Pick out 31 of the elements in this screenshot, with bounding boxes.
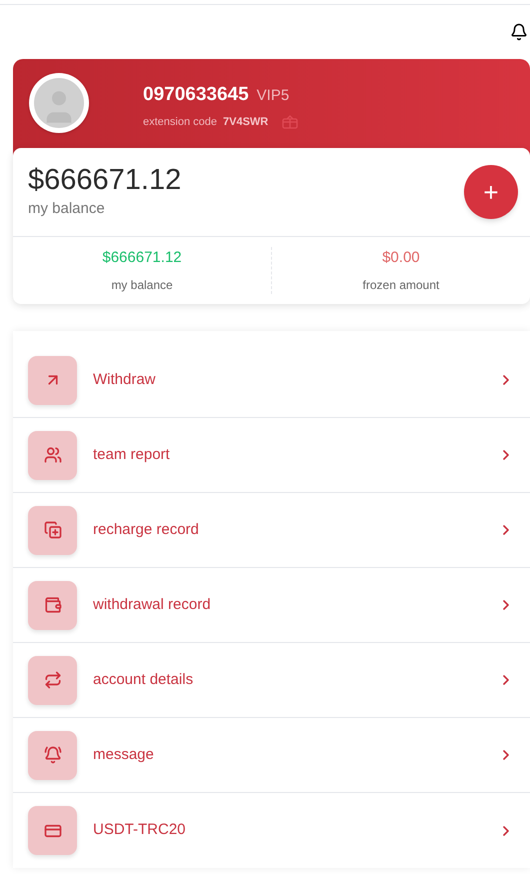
stacked-plus-icon — [44, 521, 62, 539]
menu-label: team report — [93, 444, 171, 465]
menu-label: withdrawal record — [93, 594, 212, 615]
bell-icon — [44, 746, 62, 764]
add-funds-button[interactable]: + — [464, 165, 518, 219]
menu-item[interactable]: Withdraw — [13, 343, 530, 418]
balance-amount: $666671.12 — [28, 163, 182, 198]
menu-item[interactable]: recharge record — [13, 493, 530, 568]
stat-label: frozen amount — [362, 277, 440, 294]
menu-item[interactable]: account details — [13, 643, 530, 718]
stat-value: $666671.12 — [102, 248, 182, 268]
swap-arrows-icon — [44, 671, 62, 689]
menu-item[interactable]: USDT-TRC20 — [13, 793, 530, 868]
menu-item[interactable]: withdrawal record — [13, 568, 530, 643]
menu-label: Withdraw — [93, 370, 157, 390]
group-icon — [44, 446, 62, 464]
extension-code-label: extension code — [143, 114, 217, 130]
phone-number: 0970633645 — [143, 83, 249, 107]
menu-label: message — [93, 744, 155, 765]
balance-label: my balance — [28, 199, 106, 219]
menu-item[interactable]: message — [13, 718, 530, 793]
stat-label: my balance — [111, 277, 173, 294]
menu-label: account details — [93, 670, 194, 690]
menu-label: USDT-TRC20 — [93, 820, 187, 840]
menu-label: recharge record — [93, 520, 200, 540]
notification-bell-icon[interactable] — [510, 23, 528, 41]
stat-value: $0.00 — [382, 248, 420, 268]
extension-code: 7V4SWR — [223, 114, 268, 130]
menu-item[interactable]: team report — [13, 418, 530, 493]
wallet-icon — [44, 596, 62, 614]
vip-level: VIP5 — [256, 86, 290, 106]
